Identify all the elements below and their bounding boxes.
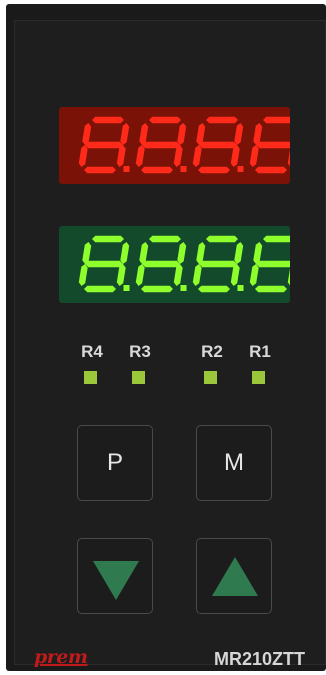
set-value-digits — [78, 235, 290, 293]
segment-a — [206, 235, 238, 243]
segment-g — [142, 260, 180, 268]
relay-led-r1 — [252, 371, 265, 384]
relay-label-r2: R2 — [201, 342, 223, 361]
segment-c — [173, 145, 183, 167]
relay-label-r1: R1 — [249, 342, 271, 361]
segment-g — [85, 260, 123, 268]
segment-d — [198, 166, 230, 174]
segment-d — [255, 285, 287, 293]
decimal-point — [123, 285, 130, 291]
segment-e — [192, 145, 202, 167]
segment-g — [256, 141, 290, 149]
segment-f — [82, 123, 92, 145]
brand-logo: prem — [34, 646, 88, 668]
segment-a — [149, 116, 181, 124]
segment-e — [249, 145, 259, 167]
relay-led-r3 — [132, 371, 145, 384]
down-button[interactable] — [77, 538, 153, 614]
up-button[interactable] — [196, 538, 272, 614]
segment-a — [263, 235, 290, 243]
segment-d — [141, 285, 173, 293]
segment-g — [199, 141, 237, 149]
segment-d — [84, 166, 116, 174]
segment-g — [85, 141, 123, 149]
segment-a — [92, 116, 124, 124]
relay-led-r4 — [84, 371, 97, 384]
segment-e — [78, 145, 88, 167]
triangle-up-icon — [212, 557, 258, 596]
segment-b — [234, 242, 244, 264]
segment-d — [198, 285, 230, 293]
segment-e — [135, 145, 145, 167]
segment-c — [287, 149, 290, 167]
segment-f — [139, 242, 149, 264]
segment-g — [256, 260, 290, 268]
m-button[interactable]: M — [196, 425, 272, 501]
p-button[interactable]: P — [77, 425, 153, 501]
set-value-display — [59, 226, 290, 303]
segment-f — [196, 242, 206, 264]
segment-e — [192, 264, 202, 286]
model-number: MR210ZTT — [214, 649, 306, 669]
segment-g — [199, 260, 237, 268]
m-button-label: M — [224, 449, 244, 476]
segment-b — [120, 123, 130, 145]
segment-f — [196, 123, 206, 145]
segment-a — [149, 235, 181, 243]
p-button-label: P — [106, 449, 123, 476]
segment-a — [206, 116, 238, 124]
segment-e — [249, 264, 259, 286]
controller-device: R4 R3 R2 R1 P M prem MR210ZTT — [0, 0, 326, 675]
relay-label-r3: R3 — [129, 342, 151, 361]
process-value-digits — [78, 116, 290, 174]
segment-a — [92, 235, 124, 243]
segment-f — [139, 123, 149, 145]
decimal-point — [180, 285, 187, 291]
segment-e — [78, 264, 88, 286]
segment-d — [141, 166, 173, 174]
decimal-point — [237, 285, 244, 291]
triangle-down-icon — [93, 561, 139, 600]
segment-e — [135, 264, 145, 286]
segment-f — [82, 242, 92, 264]
segment-b — [234, 123, 244, 145]
segment-g — [142, 141, 180, 149]
decimal-point — [237, 166, 244, 172]
relay-led-r2 — [204, 371, 217, 384]
relay-label-r4: R4 — [81, 342, 103, 361]
segment-d — [84, 285, 116, 293]
segment-c — [116, 145, 126, 167]
process-value-display — [59, 107, 290, 184]
segment-c — [230, 145, 240, 167]
segment-d — [255, 166, 287, 174]
decimal-point — [180, 166, 187, 172]
segment-f — [253, 242, 263, 264]
decimal-point — [123, 166, 130, 172]
segment-b — [120, 242, 130, 264]
segment-b — [177, 123, 187, 145]
segment-a — [263, 116, 290, 124]
segment-f — [253, 123, 263, 145]
segment-b — [177, 242, 187, 264]
